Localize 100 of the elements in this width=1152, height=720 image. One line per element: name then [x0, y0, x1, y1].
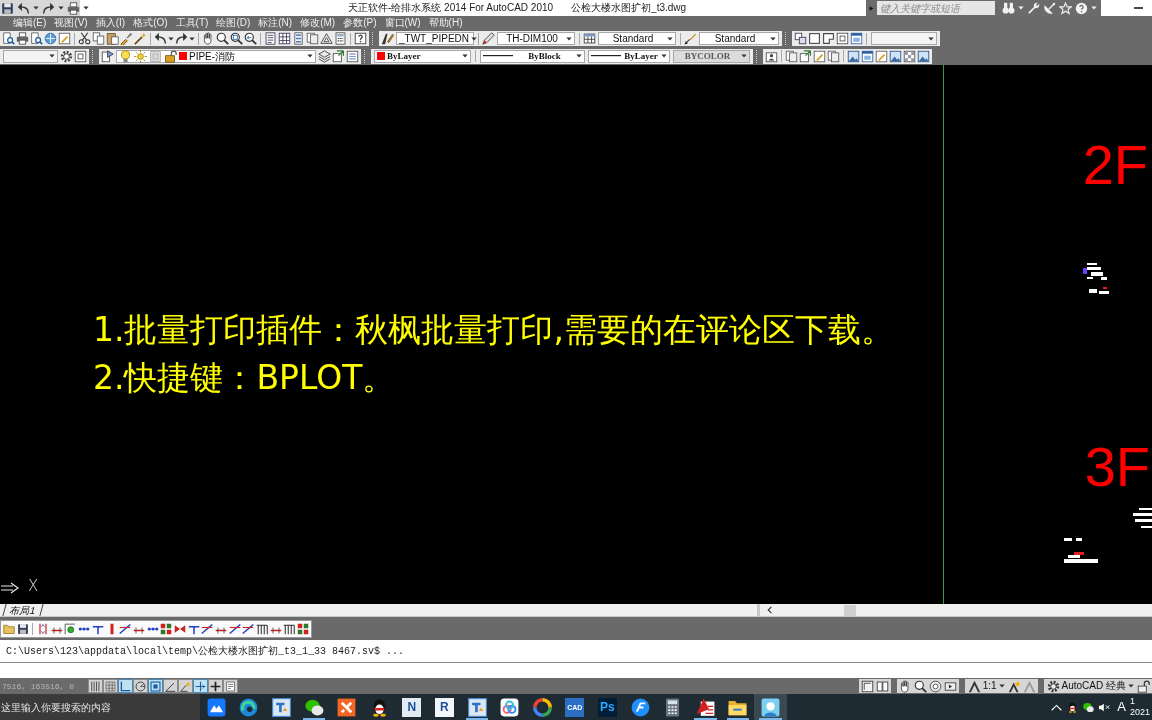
window-stack-icon[interactable]	[794, 32, 807, 45]
gear-icon[interactable]	[60, 49, 73, 63]
printer-icon[interactable]	[67, 1, 80, 15]
printer-icon[interactable]	[16, 32, 29, 45]
caret-icon[interactable]	[189, 35, 195, 42]
expand-arrow-icon[interactable]	[869, 4, 874, 12]
help-icon[interactable]	[354, 32, 367, 45]
menu-item[interactable]: 工具(T)	[175, 17, 209, 29]
comb-icon[interactable]	[283, 622, 296, 635]
menu-item[interactable]: 视图(V)	[54, 17, 88, 29]
caret-icon[interactable]	[58, 5, 64, 11]
caret-icon[interactable]	[307, 53, 313, 59]
magnifier-icon[interactable]	[913, 679, 927, 693]
redo-arrow-icon[interactable]	[175, 32, 188, 45]
taskbar-app-button[interactable]: N	[395, 694, 429, 720]
muted-speaker-icon[interactable]	[1099, 701, 1111, 713]
open-padlock-icon[interactable]	[1137, 679, 1150, 693]
taskbar-app-button[interactable]: R	[428, 694, 461, 720]
page-pencil-icon[interactable]	[58, 32, 71, 45]
slash-icon[interactable]	[119, 622, 132, 635]
status-toggle-button[interactable]	[163, 679, 178, 693]
color-dropdown[interactable]: ByLayer	[374, 49, 471, 63]
calculator-icon[interactable]	[334, 32, 347, 45]
input-method-indicator[interactable]: A	[1117, 699, 1126, 715]
penguin-icon[interactable]	[1067, 701, 1079, 713]
chat-bubbles-icon[interactable]	[1083, 701, 1095, 713]
dimension-style-dropdown[interactable]: TH-DIM100	[497, 32, 575, 45]
picture-icon[interactable]	[889, 49, 902, 63]
caret-icon[interactable]	[462, 53, 468, 59]
table-icon[interactable]	[583, 32, 596, 45]
pencil-slash-icon[interactable]	[381, 32, 394, 45]
page-pencil-icon[interactable]	[813, 49, 826, 63]
triangle-ruler-icon[interactable]	[320, 32, 333, 45]
picture-icon[interactable]	[847, 49, 860, 63]
status-toggle-button[interactable]	[103, 679, 118, 693]
padlock-icon[interactable]	[164, 49, 177, 63]
caret-icon[interactable]	[576, 53, 582, 59]
layer-dropdown[interactable]: PIPE-消防	[116, 49, 316, 63]
frame-icon[interactable]	[74, 49, 87, 63]
menu-item[interactable]: 帮助(H)	[428, 17, 463, 29]
checker-grid-icon[interactable]	[160, 622, 173, 635]
hand-icon[interactable]	[202, 32, 215, 45]
grid-panel-icon[interactable]	[278, 32, 291, 45]
two-panels-icon[interactable]	[875, 679, 889, 693]
frame-icon[interactable]	[836, 32, 849, 45]
redo-arrow-icon[interactable]	[42, 1, 55, 15]
caret-icon[interactable]	[83, 5, 89, 11]
stacked-rows-icon[interactable]	[292, 32, 305, 45]
corner-shape-icon[interactable]	[822, 32, 835, 45]
sheet-list-icon[interactable]	[346, 49, 359, 63]
page-magnifier-icon[interactable]	[2, 32, 15, 45]
ring-icon[interactable]	[928, 679, 942, 693]
page-stack-icon[interactable]	[827, 49, 840, 63]
status-toggle-button[interactable]	[88, 679, 103, 693]
binoculars-icon[interactable]	[1002, 1, 1015, 15]
page-stack-icon[interactable]	[785, 49, 798, 63]
caret-icon[interactable]	[33, 5, 39, 11]
menu-item[interactable]: 插入(I)	[95, 17, 126, 29]
menu-item[interactable]: 窗口(W)	[384, 17, 421, 29]
window-icon[interactable]	[850, 32, 863, 45]
star-icon[interactable]	[1059, 1, 1072, 15]
page-flag-icon[interactable]	[101, 49, 114, 63]
corner-frame-icon[interactable]	[860, 679, 874, 693]
inverted-v-star-icon[interactable]	[1007, 679, 1021, 693]
menu-item[interactable]: 标注(N)	[258, 17, 293, 29]
undo-arrow-icon[interactable]	[154, 32, 167, 45]
checker-icon[interactable]	[903, 49, 916, 63]
taskbar-app-button[interactable]	[754, 694, 787, 720]
status-toggle-button[interactable]	[223, 679, 238, 693]
list-panel-icon[interactable]	[264, 32, 277, 45]
status-toggle-button[interactable]	[178, 679, 193, 693]
checker-grid-icon[interactable]	[297, 622, 310, 635]
globe-icon[interactable]	[44, 32, 57, 45]
caret-icon[interactable]	[667, 35, 673, 42]
layout-tab[interactable]: 布局1	[2, 604, 44, 616]
pen-icon[interactable]	[482, 32, 495, 45]
square-icon[interactable]	[808, 32, 821, 45]
status-toggle-button[interactable]	[133, 679, 148, 693]
page-person-icon[interactable]	[765, 49, 778, 63]
caret-icon[interactable]	[471, 35, 477, 42]
satellite-dish-icon[interactable]	[1043, 1, 1056, 15]
status-toggle-button[interactable]	[148, 679, 163, 693]
caret-icon[interactable]	[661, 53, 667, 59]
two-pages-icon[interactable]	[92, 32, 105, 45]
status-toggle-button[interactable]	[193, 679, 208, 693]
magnifier-icon[interactable]	[216, 32, 229, 45]
status-toggle-button[interactable]	[208, 679, 223, 693]
menu-item[interactable]: 参数(P)	[343, 17, 377, 29]
page-stack-icon[interactable]	[306, 32, 319, 45]
page-pencil-icon[interactable]	[875, 49, 888, 63]
play-frame-icon[interactable]	[943, 679, 957, 693]
undo-arrow-icon[interactable]	[17, 1, 30, 15]
slash-icon[interactable]	[242, 622, 255, 635]
scrollbar-thumb[interactable]	[844, 604, 856, 616]
caret-icon[interactable]	[168, 35, 174, 42]
hand-icon[interactable]	[898, 679, 912, 693]
arrow-pencil-icon[interactable]	[684, 32, 697, 45]
caret-icon[interactable]	[928, 35, 934, 42]
caret-icon[interactable]	[566, 35, 572, 42]
page-magnifier-icon[interactable]	[30, 32, 43, 45]
